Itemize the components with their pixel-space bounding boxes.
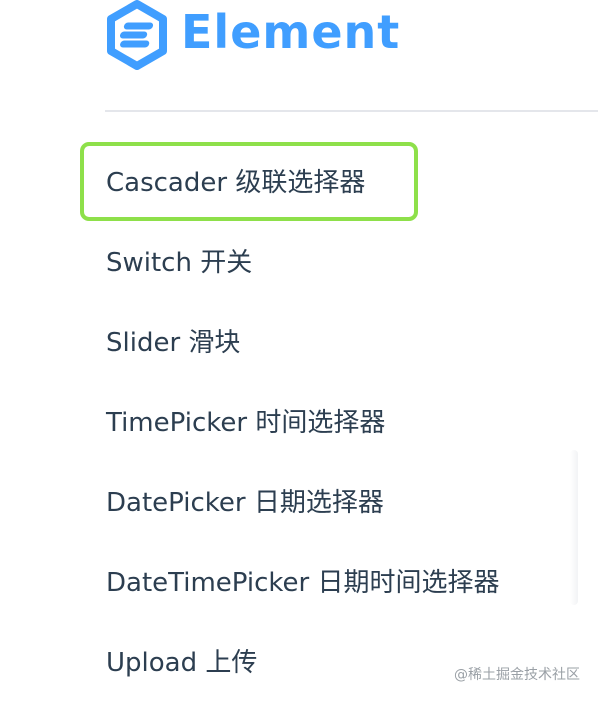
sidebar-item-label: Slider 滑块 bbox=[106, 327, 241, 358]
sidebar-item-cascader[interactable]: Cascader 级联选择器 bbox=[0, 140, 598, 220]
sidebar-item-label: DateTimePicker 日期时间选择器 bbox=[106, 567, 500, 598]
element-logo[interactable]: Element bbox=[105, 0, 400, 70]
sidebar-item-switch[interactable]: Switch 开关 bbox=[0, 220, 598, 300]
sidebar-item-label: Cascader 级联选择器 bbox=[106, 167, 366, 198]
sidebar-item-label: TimePicker 时间选择器 bbox=[106, 407, 386, 438]
sidebar-item-label: DatePicker 日期选择器 bbox=[106, 487, 384, 518]
element-logo-icon bbox=[105, 0, 169, 70]
sidebar-item-datetimepicker[interactable]: DateTimePicker 日期时间选择器 bbox=[0, 540, 598, 620]
sidebar-item-timepicker[interactable]: TimePicker 时间选择器 bbox=[0, 380, 598, 460]
sidebar-item-upload[interactable]: Upload 上传 bbox=[0, 620, 598, 700]
header-divider bbox=[105, 110, 598, 112]
sidebar-item-label: Switch 开关 bbox=[106, 247, 253, 278]
sidebar-item-label: Upload 上传 bbox=[106, 647, 258, 678]
sidebar-menu: Cascader 级联选择器 Switch 开关 Slider 滑块 TimeP… bbox=[0, 140, 598, 700]
watermark: @稀土掘金技术社区 bbox=[454, 667, 580, 683]
logo-text: Element bbox=[181, 5, 401, 59]
sidebar-item-slider[interactable]: Slider 滑块 bbox=[0, 300, 598, 380]
page: Element Cascader 级联选择器 Switch 开关 Slider … bbox=[0, 0, 598, 702]
sidebar-item-datepicker[interactable]: DatePicker 日期选择器 bbox=[0, 460, 598, 540]
scrollbar[interactable] bbox=[570, 450, 578, 605]
